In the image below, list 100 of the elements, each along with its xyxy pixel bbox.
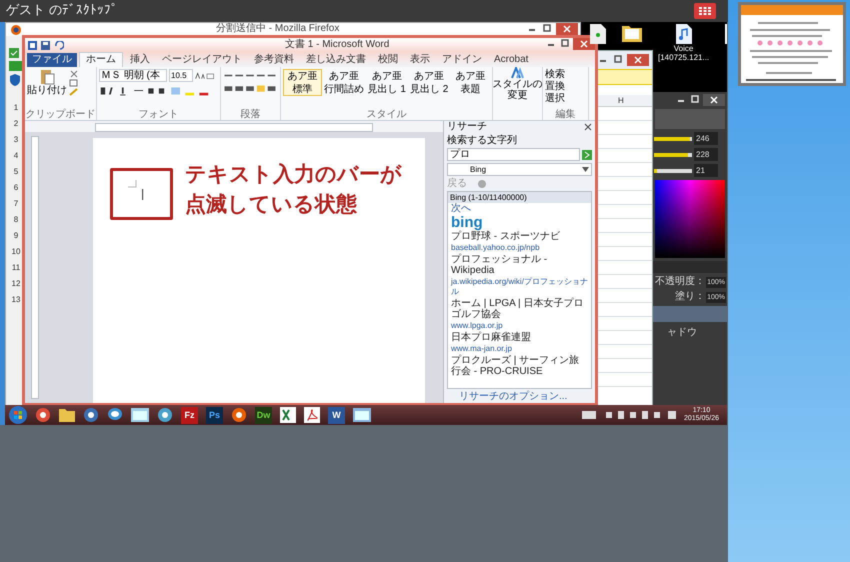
pane-title: リサーチ xyxy=(447,121,487,133)
maximize-icon[interactable] xyxy=(541,23,553,33)
search-field[interactable]: プロ xyxy=(447,148,580,161)
row-number: 1 xyxy=(14,103,18,112)
ribbon-tab[interactable]: 表示 xyxy=(405,53,435,67)
style-tile[interactable]: あア亜 見出し 2 xyxy=(409,69,450,96)
font-size-icons-drawing[interactable] xyxy=(195,70,215,80)
ribbon-command[interactable]: 検索 xyxy=(545,69,565,81)
ribbon-tab[interactable]: アドイン xyxy=(437,53,487,67)
bing-logo: bing xyxy=(451,215,483,230)
ribbon-tab[interactable]: ホーム xyxy=(79,52,123,67)
value-field[interactable]: 246 xyxy=(694,132,718,145)
pdf-app-icon[interactable] xyxy=(304,407,320,423)
row-number: 13 xyxy=(12,295,20,304)
value-field[interactable]: 228 xyxy=(694,148,718,161)
result-title[interactable]: プロフェッショナル - Wikipedia xyxy=(451,254,588,276)
text-cursor-icon xyxy=(127,179,145,201)
close-icon[interactable] xyxy=(556,23,578,35)
field-label: 塗り： xyxy=(675,291,706,303)
app-icon[interactable]: Dw xyxy=(255,406,272,424)
result-link[interactable]: www.lpga.or.jp xyxy=(451,321,588,331)
tray-icons-drawing[interactable] xyxy=(582,410,678,420)
annotation-text: テキスト入力のバーが 点滅している状態 xyxy=(185,162,402,218)
style-tile[interactable]: あア亜 見出し 1 xyxy=(366,69,407,96)
result-title[interactable]: プロクルーズ | サーフィン旅行会 - PRO-CRUISE xyxy=(451,355,588,377)
result-link[interactable]: ja.wikipedia.org/wiki/プロフェッショナル xyxy=(451,277,588,297)
color-picker[interactable] xyxy=(655,180,725,258)
ribbon-tab[interactable]: 差し込み文書 xyxy=(301,53,371,67)
app-icon[interactable] xyxy=(35,407,51,423)
ribbon-command[interactable]: 選択 xyxy=(545,93,565,105)
ribbon-tab[interactable]: ページレイアウト xyxy=(157,53,247,67)
ribbon-tab[interactable]: Acrobat xyxy=(489,53,534,67)
row-number: 6 xyxy=(14,183,18,192)
app-icon[interactable] xyxy=(83,407,99,423)
app-icon[interactable]: Fz xyxy=(181,406,198,424)
options-link[interactable]: リサーチのオプション... xyxy=(447,391,592,403)
group-label: 段落 xyxy=(240,109,262,120)
grid-menu-icon[interactable] xyxy=(694,3,716,19)
file-icon[interactable] xyxy=(590,24,606,44)
viewer-title: ゲスト のﾃﾞｽｸﾄｯﾌﾟ xyxy=(6,2,118,20)
close-icon[interactable] xyxy=(584,123,592,131)
row-number: 3 xyxy=(14,135,18,144)
results-header: Bing (1-10/11400000) xyxy=(448,192,591,203)
undo-icon[interactable] xyxy=(54,40,64,50)
maximize-icon[interactable] xyxy=(559,38,571,48)
spreadsheet-app-icon[interactable] xyxy=(280,407,296,423)
app-icon[interactable]: W xyxy=(328,406,345,424)
result-title[interactable]: 日本プロ麻雀連盟 xyxy=(451,332,588,343)
row-number: 12 xyxy=(12,279,20,288)
app-icon[interactable] xyxy=(231,407,247,423)
style-tile[interactable]: あア亜 行間詰め xyxy=(324,69,365,96)
ribbon-command[interactable]: 置換 xyxy=(545,81,565,93)
group-label: クリップボード xyxy=(25,109,96,120)
column-header: H xyxy=(618,94,624,106)
result-link[interactable]: baseball.yahoo.co.jp/npb xyxy=(451,243,588,253)
style-tile[interactable]: あア亜 標準 xyxy=(283,69,322,96)
layer-name: ャドウ xyxy=(666,326,698,340)
font-size-field[interactable]: 10.5 xyxy=(169,69,193,82)
value-field[interactable]: 21 xyxy=(694,164,718,177)
window-title: 文書 1 - Microsoft Word xyxy=(285,38,390,52)
row-number: 4 xyxy=(14,151,18,160)
ribbon-tab[interactable]: 校閲 xyxy=(373,53,403,67)
style-tile[interactable]: あア亜 表題 xyxy=(451,69,490,96)
icon-label: Voice [140725.121... xyxy=(658,44,710,62)
font-name-field[interactable]: ＭＳ 明朝 (本 xyxy=(99,69,167,82)
cut-copy-icons-drawing[interactable] xyxy=(69,69,79,97)
close-icon[interactable] xyxy=(703,94,725,106)
group-label: フォント xyxy=(138,109,180,120)
ribbon-tab[interactable]: 参考資料 xyxy=(249,53,299,67)
toolbar-icon[interactable] xyxy=(9,48,19,58)
window-title: 分割送信中 - Mozilla Firefox xyxy=(216,23,340,35)
word-logo-icon xyxy=(28,40,37,50)
slider-track[interactable] xyxy=(654,168,692,172)
app-icon[interactable]: Ps xyxy=(206,406,223,424)
row-number: 8 xyxy=(14,215,18,224)
chat-icon[interactable] xyxy=(107,407,123,423)
source-dropdown[interactable]: Bing xyxy=(447,163,592,176)
folder-icon[interactable] xyxy=(622,24,642,42)
result-link[interactable]: www.ma-jan.or.jp xyxy=(451,344,588,354)
result-title[interactable]: ホーム | LPGA | 日本女子プロゴルフ協会 xyxy=(451,298,588,320)
close-icon[interactable] xyxy=(627,54,649,66)
ribbon-tab[interactable]: 挿入 xyxy=(125,53,155,67)
maximize-icon[interactable] xyxy=(689,94,701,104)
maximize-icon[interactable] xyxy=(612,54,624,64)
caret-icon xyxy=(582,167,589,172)
paste-button[interactable]: 貼り付け xyxy=(27,69,67,96)
go-icon[interactable] xyxy=(582,150,592,160)
change-styles-button[interactable]: スタイルの変更 xyxy=(492,67,542,101)
music-file-icon[interactable] xyxy=(676,24,692,44)
app-icon[interactable] xyxy=(157,407,173,423)
start-button-icon[interactable] xyxy=(9,406,27,424)
row-number: 2 xyxy=(14,119,18,128)
result-title[interactable]: プロ野球 - スポーツナビ xyxy=(451,231,588,242)
document-page[interactable]: テキスト入力のバーが 点滅している状態 xyxy=(93,138,425,403)
ribbon-tab[interactable]: ファイル xyxy=(27,53,77,67)
save-icon[interactable] xyxy=(41,40,50,50)
row-number: 9 xyxy=(14,231,18,240)
next-link[interactable]: 次へ xyxy=(451,203,588,214)
dropdown-field[interactable] xyxy=(655,109,725,129)
page-thumbnail-drawing[interactable] xyxy=(738,2,846,86)
